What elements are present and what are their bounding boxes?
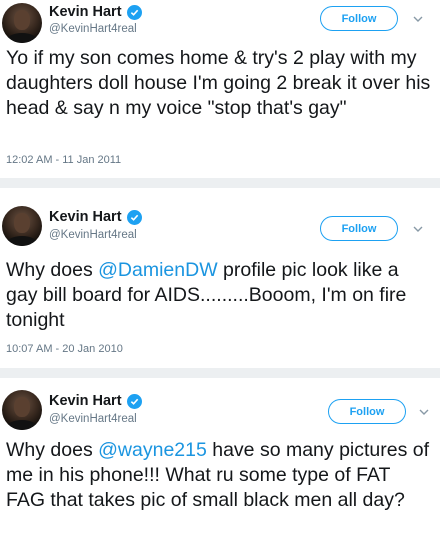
follow-button[interactable]: Follow <box>320 216 398 241</box>
tweet-text-part: Why does <box>6 439 99 461</box>
avatar-face <box>14 213 30 233</box>
avatar[interactable] <box>2 206 42 246</box>
verified-icon <box>126 209 142 225</box>
verified-icon <box>126 4 142 20</box>
tweet-card: Kevin Hart @KevinHart4real Follow Why do… <box>0 188 440 368</box>
display-name[interactable]: Kevin Hart <box>49 393 122 409</box>
display-name[interactable]: Kevin Hart <box>49 4 122 20</box>
user-handle[interactable]: @KevinHart4real <box>49 23 137 35</box>
avatar-face <box>14 397 30 417</box>
name-row: Kevin Hart <box>49 4 142 20</box>
separator <box>0 368 440 378</box>
mention-link[interactable]: @wayne215 <box>98 439 207 461</box>
user-handle[interactable]: @KevinHart4real <box>49 229 137 241</box>
chevron-down-icon[interactable] <box>417 405 431 419</box>
avatar-face <box>14 10 30 30</box>
name-row: Kevin Hart <box>49 209 142 225</box>
avatar-shirt <box>6 420 38 430</box>
follow-button[interactable]: Follow <box>320 6 398 31</box>
chevron-down-icon[interactable] <box>411 222 425 236</box>
tweet-card: Kevin Hart @KevinHart4real Follow Yo if … <box>0 0 440 178</box>
tweet-text: Why does @wayne215 have so many pictures… <box>6 438 434 513</box>
mention-link[interactable]: @DamienDW <box>98 259 217 281</box>
user-handle[interactable]: @KevinHart4real <box>49 413 137 425</box>
display-name[interactable]: Kevin Hart <box>49 209 122 225</box>
separator <box>0 178 440 188</box>
avatar[interactable] <box>2 390 42 430</box>
chevron-down-icon[interactable] <box>411 12 425 26</box>
tweet-text: Why does @DamienDW profile pic look like… <box>6 258 434 333</box>
tweet-card: Kevin Hart @KevinHart4real Follow Why do… <box>0 378 440 540</box>
name-row: Kevin Hart <box>49 393 142 409</box>
avatar-shirt <box>6 236 38 246</box>
timestamp[interactable]: 12:02 AM - 11 Jan 2011 <box>6 154 121 166</box>
verified-icon <box>126 393 142 409</box>
tweet-text-part: Yo if my son comes home & try's 2 play w… <box>6 47 431 119</box>
tweet-text-part: Why does <box>6 259 99 281</box>
follow-button[interactable]: Follow <box>328 399 406 424</box>
avatar-shirt <box>6 33 38 43</box>
tweet-text: Yo if my son comes home & try's 2 play w… <box>6 46 434 121</box>
avatar[interactable] <box>2 3 42 43</box>
timestamp[interactable]: 10:07 AM - 20 Jan 2010 <box>6 343 123 355</box>
